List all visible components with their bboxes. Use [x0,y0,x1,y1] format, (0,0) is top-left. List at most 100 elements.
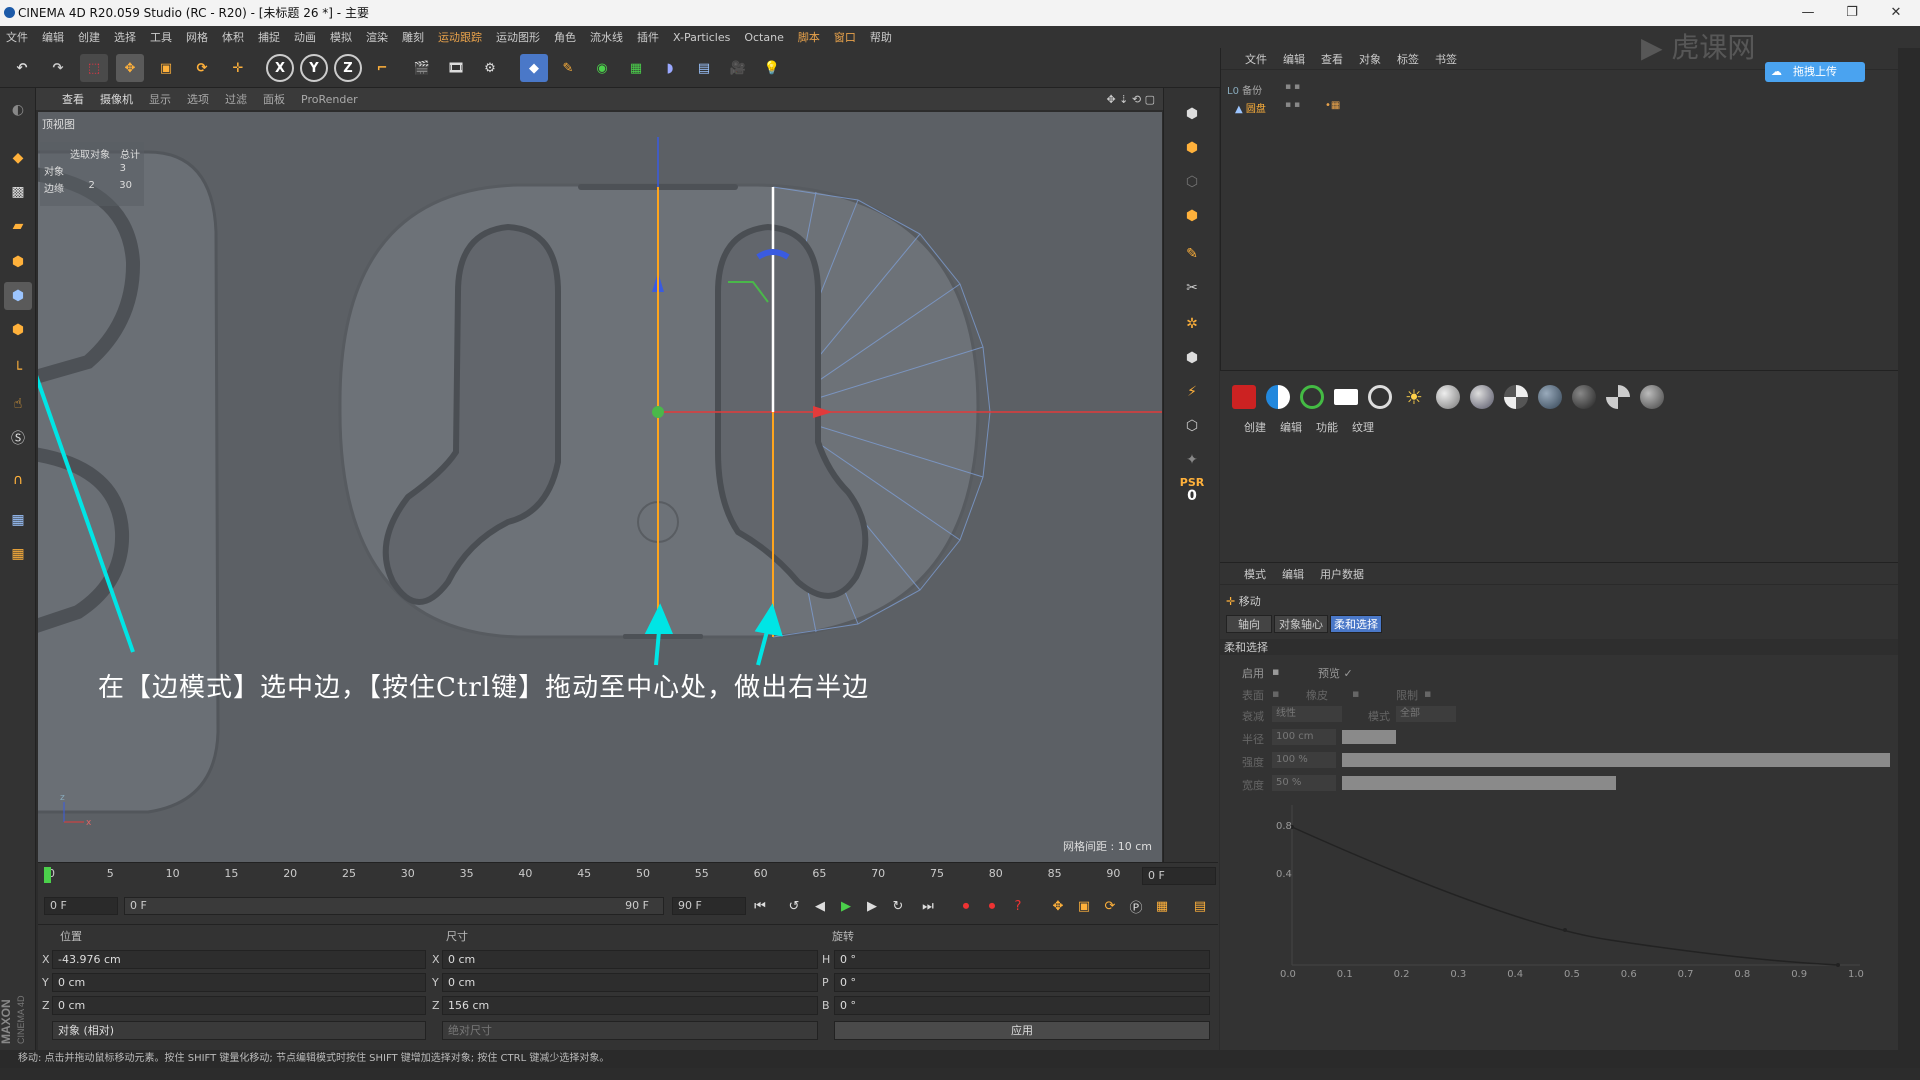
om-menu-view[interactable]: 查看 [1321,51,1343,67]
sphere-material-icon[interactable] [1538,385,1562,409]
mat-menu-create[interactable]: 创建 [1244,419,1266,435]
x-axis-lock-icon[interactable]: X [266,54,294,82]
frame-ruler[interactable]: 0 5 10 15 20 25 30 35 40 45 50 55 60 65 70 75 80 85 90 [44,867,1138,885]
menu-snap[interactable]: 捕捉 [258,29,280,45]
viewport-nav-icons[interactable]: ✥ ⇣ ⟲ ▢ [1106,93,1155,106]
sun-light-icon[interactable]: ☀ [1402,385,1426,409]
texture-mode-icon[interactable]: ▩ [4,178,32,206]
rotation-p-field[interactable]: 0 ° [834,973,1210,992]
attr-menu-userdata[interactable]: 用户数据 [1320,566,1364,582]
radius-field[interactable]: 100 cm [1272,729,1336,745]
z-axis-lock-icon[interactable]: Z [334,54,362,82]
strength-field[interactable]: 100 % [1272,752,1336,768]
scale-tool-icon[interactable]: ▣ [152,54,180,82]
tab-object-axis[interactable]: 对象轴心 [1274,615,1328,633]
contrast-material-icon[interactable] [1266,385,1290,409]
next-frame-icon[interactable]: ▶ [860,894,884,918]
visibility-toggles[interactable]: ▪ ▪ [1285,82,1315,96]
axis-mode-icon[interactable]: └ [4,356,32,384]
prev-key-icon[interactable]: ↺ [782,894,806,918]
phong-tag-icon[interactable]: •▦ [1325,100,1355,114]
knife-icon[interactable]: ✂ [1178,274,1206,302]
render-settings-icon[interactable]: ⚙ [476,54,504,82]
render-picture-viewer-icon[interactable]: 🎞 [442,54,470,82]
rotation-h-field[interactable]: 0 ° [834,950,1210,969]
right-sidebar-tabs[interactable] [1898,48,1920,1050]
viewport-menu-display[interactable]: 显示 [149,91,171,107]
strength-slider[interactable] [1342,753,1890,767]
cube-icon[interactable]: ⬢ [1178,100,1206,128]
ring-material-icon[interactable] [1368,385,1392,409]
recent-tool-icon[interactable]: ✛ [224,54,252,82]
polygon-object-icon[interactable]: ⬢ [1178,202,1206,230]
sphere-material-icon[interactable] [1640,385,1664,409]
flat-material-icon[interactable] [1334,389,1358,405]
magnet-icon[interactable]: ∩ [4,466,32,494]
mix-material-icon[interactable] [1572,385,1596,409]
brush-icon[interactable]: ✎ [1178,240,1206,268]
next-key-icon[interactable]: ↻ [886,894,910,918]
om-menu-edit[interactable]: 编辑 [1283,51,1305,67]
curve-point[interactable] [1563,928,1567,932]
falloff-curve-graph[interactable] [1260,795,1880,995]
goto-start-icon[interactable]: ⏮ [748,894,772,918]
size-x-field[interactable]: 0 cm [442,950,818,969]
model-mode-icon[interactable]: ◆ [4,144,32,172]
checker-material-icon[interactable] [1504,385,1528,409]
deformer-icon[interactable]: ◗ [656,54,684,82]
auto-key-icon[interactable]: ⏺ [980,894,1004,918]
max-frame-field[interactable]: 90 F [672,897,746,915]
snap-icon[interactable]: Ⓢ [4,424,32,452]
size-y-field[interactable]: 0 cm [442,973,818,992]
falloff-select[interactable]: 线性 [1272,706,1342,722]
record-icon[interactable]: ⏺ [954,894,978,918]
lock-workplane-icon[interactable]: ▦ [4,506,32,534]
key-scale-icon[interactable]: ▣ [1072,894,1096,918]
key-rotation-icon[interactable]: ⟳ [1098,894,1122,918]
menu-window[interactable]: 窗口 [834,29,856,45]
menu-xparticles[interactable]: X-Particles [673,31,730,44]
curve-point[interactable] [1836,963,1840,967]
viewport-menu-panel[interactable]: 面板 [263,91,285,107]
menu-mesh[interactable]: 网格 [186,29,208,45]
menu-character[interactable]: 角色 [554,29,576,45]
y-axis-handle[interactable] [652,406,664,418]
live-selection-icon[interactable]: ⬚ [80,54,108,82]
sculpt-icon[interactable]: ⬡ [1178,412,1206,440]
sphere-material-icon[interactable] [1470,385,1494,409]
menu-animate[interactable]: 动画 [294,29,316,45]
undo-icon[interactable]: ↶ [8,54,36,82]
character-icon[interactable]: ✦ [1178,446,1206,474]
width-field[interactable]: 50 % [1272,775,1336,791]
viewport-menu-prorender[interactable]: ProRender [301,93,358,106]
frame-range-slider[interactable]: 0 F 90 F [124,897,664,915]
menu-sculpt[interactable]: 雕刻 [402,29,424,45]
radius-slider[interactable] [1342,730,1396,744]
menu-select[interactable]: 选择 [114,29,136,45]
menu-plugins[interactable]: 插件 [637,29,659,45]
render-view-icon[interactable]: 🎬 [408,54,436,82]
size-mode-select[interactable]: 绝对尺寸 [442,1021,818,1040]
preview-label[interactable]: 预览 ✓ [1318,665,1353,681]
menu-script[interactable]: 脚本 [798,29,820,45]
viewport-menu-view[interactable]: 查看 [62,91,84,107]
current-frame-field[interactable]: 0 F [44,897,118,915]
camera-icon[interactable]: 🎥 [724,54,752,82]
mat-menu-edit[interactable]: 编辑 [1280,419,1302,435]
null-icon[interactable]: ⬡ [1178,168,1206,196]
minimize-icon[interactable]: — [1788,0,1828,26]
coordinate-system-icon[interactable]: ⌐ [368,54,396,82]
enable-checkbox[interactable]: ▪ [1272,665,1279,678]
pen-spline-icon[interactable]: ✎ [554,54,582,82]
restore-icon[interactable]: ❐ [1832,0,1872,26]
object-icon[interactable]: ⬢ [1178,134,1206,162]
psr-tool-icon[interactable]: ⚡ [1178,378,1206,406]
menu-create[interactable]: 创建 [78,29,100,45]
menu-tools[interactable]: 工具 [150,29,172,45]
mode-select[interactable]: 全部 [1396,706,1456,722]
render-material-icon[interactable] [1232,385,1256,409]
menu-help[interactable]: 帮助 [870,29,892,45]
rubber-checkbox[interactable]: ▪ [1352,687,1359,700]
cube-primitive-icon[interactable]: ◆ [520,54,548,82]
limit-checkbox[interactable]: ▪ [1424,687,1431,700]
